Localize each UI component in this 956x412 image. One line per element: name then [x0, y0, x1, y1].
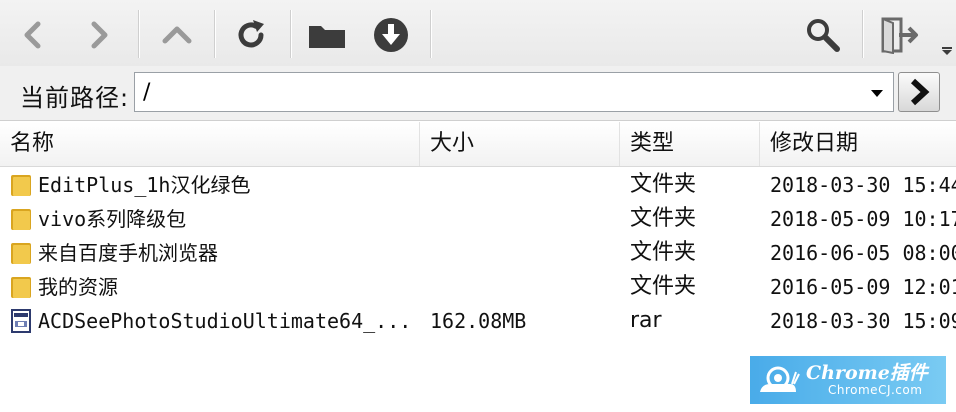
watermark-subtitle: ChromeCJ.com [828, 382, 923, 397]
archive-file-icon [11, 309, 31, 333]
chevron-left-icon [24, 21, 41, 49]
path-label: 当前路径: [20, 84, 130, 112]
new-folder-button[interactable] [300, 8, 354, 62]
file-modified: 2018-03-30 15:09 [770, 309, 956, 333]
toolbar-separator [290, 10, 291, 58]
file-name-cell: ACDSeePhotoStudioUltimate64_... [10, 304, 420, 338]
column-header-modified[interactable]: 修改日期 [760, 122, 956, 166]
toolbar-separator [862, 10, 863, 58]
file-list-header: 名称 大小 类型 修改日期 [0, 122, 956, 167]
folder-icon [309, 26, 345, 48]
file-name: EditPlus_1h汉化绿色 [38, 173, 251, 197]
file-size: 162.08MB [430, 309, 527, 333]
chevron-down-icon [942, 47, 952, 55]
file-size [430, 202, 620, 236]
folder-icon [11, 209, 31, 230]
toolbar [0, 0, 956, 67]
folder-icon [11, 243, 31, 264]
toolbar-separator [138, 10, 139, 58]
file-row[interactable]: EditPlus_1h汉化绿色 文件夹 2018-03-30 15:44 [0, 168, 956, 202]
file-name: vivo系列降级包 [38, 207, 187, 231]
column-header-type[interactable]: 类型 [620, 122, 760, 166]
watermark: Chrome插件 ChromeCJ.com [750, 356, 946, 404]
folder-icon [11, 175, 31, 196]
file-type: 文件夹 [630, 240, 697, 265]
download-icon [374, 18, 408, 52]
chevron-up-icon [162, 26, 192, 44]
arrow-right-icon [910, 78, 930, 106]
toolbar-separator [214, 10, 215, 58]
file-manager-window: 当前路径: 名称 大小 类型 修改日期 EditPlus_1h汉化 [0, 0, 956, 412]
exit-icon [881, 17, 918, 54]
path-bar: 当前路径: [0, 66, 956, 121]
file-list: EditPlus_1h汉化绿色 文件夹 2018-03-30 15:44 viv… [0, 168, 956, 338]
file-modified: 2016-06-05 08:00 [770, 241, 956, 265]
folder-icon [11, 277, 31, 298]
snail-logo-icon [750, 356, 806, 404]
download-button[interactable] [364, 8, 418, 62]
file-type: rar [630, 308, 662, 333]
file-type: 文件夹 [630, 172, 697, 197]
file-modified: 2016-05-09 12:01 [770, 275, 956, 299]
file-row[interactable]: 来自百度手机浏览器 文件夹 2016-06-05 08:00 [0, 236, 956, 270]
watermark-text: Chrome插件 ChromeCJ.com [806, 361, 928, 397]
file-modified: 2018-05-09 10:17 [770, 207, 956, 231]
up-button[interactable] [150, 8, 204, 62]
chevron-down-icon [871, 90, 883, 97]
file-name-cell: EditPlus_1h汉化绿色 [10, 168, 420, 202]
toolbar-separator [430, 10, 431, 58]
back-button[interactable] [6, 8, 60, 62]
forward-button[interactable] [72, 8, 126, 62]
file-type: 文件夹 [630, 274, 697, 299]
file-name: 来自百度手机浏览器 [38, 241, 218, 265]
search-icon [807, 19, 840, 52]
file-size [430, 270, 620, 304]
file-name-cell: 我的资源 [10, 270, 420, 304]
path-input[interactable] [134, 72, 894, 112]
file-name-cell: vivo系列降级包 [10, 202, 420, 236]
exit-button[interactable] [872, 8, 926, 62]
file-row[interactable]: ACDSeePhotoStudioUltimate64_... 162.08MB… [0, 304, 956, 338]
path-history-dropdown[interactable] [866, 82, 888, 104]
file-row[interactable]: 我的资源 文件夹 2016-05-09 12:01 [0, 270, 956, 304]
refresh-button[interactable] [224, 8, 278, 62]
column-header-name[interactable]: 名称 [0, 122, 420, 166]
watermark-title: Chrome插件 [806, 361, 928, 384]
column-header-size[interactable]: 大小 [420, 122, 620, 166]
chevron-right-icon [91, 21, 108, 49]
file-type: 文件夹 [630, 206, 697, 231]
file-name-cell: 来自百度手机浏览器 [10, 236, 420, 270]
file-row[interactable]: vivo系列降级包 文件夹 2018-05-09 10:17 [0, 202, 956, 236]
file-name: ACDSeePhotoStudioUltimate64_... [38, 309, 412, 333]
go-button[interactable] [898, 72, 940, 112]
search-button[interactable] [796, 8, 850, 62]
toolbar-overflow-button[interactable] [940, 44, 954, 58]
file-name: 我的资源 [38, 275, 118, 299]
file-size [430, 168, 620, 202]
refresh-icon [238, 20, 264, 48]
file-size [430, 236, 620, 270]
file-modified: 2018-03-30 15:44 [770, 173, 956, 197]
